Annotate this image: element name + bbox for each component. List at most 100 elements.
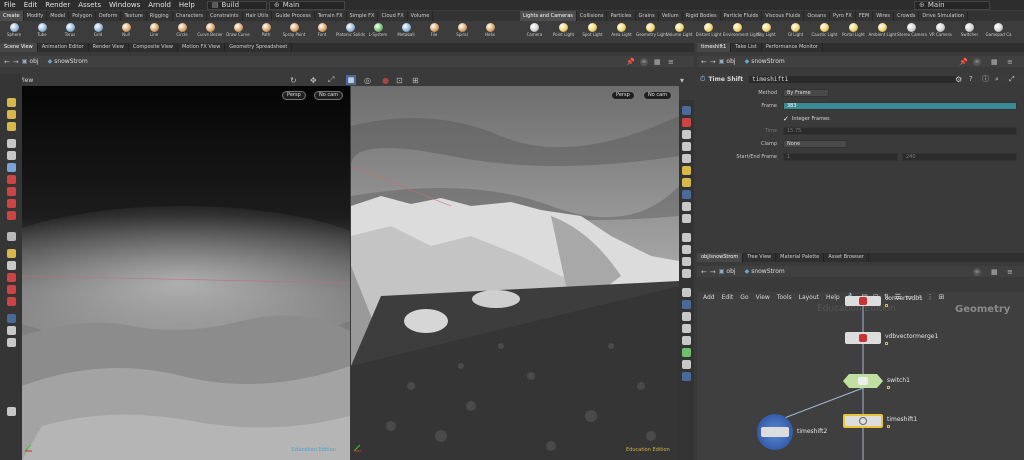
- node-convertvdb1[interactable]: [845, 296, 881, 306]
- pointer-icon[interactable]: [6, 139, 16, 148]
- render-region-icon[interactable]: ⊞: [412, 76, 419, 85]
- frame-field[interactable]: 383: [783, 102, 1017, 110]
- tool-switcher[interactable]: Switcher: [955, 21, 984, 43]
- ghost-icon[interactable]: [682, 118, 691, 127]
- shelf-tab-hair-utils[interactable]: Hair Utils: [243, 11, 273, 21]
- net-forward-icon[interactable]: →: [710, 268, 716, 276]
- pane-tab-render-view[interactable]: Render View: [89, 43, 129, 52]
- tool-sky-light[interactable]: Sky Light: [752, 21, 781, 43]
- tumble-icon[interactable]: ↻: [290, 76, 297, 85]
- shelf-tab-polygon[interactable]: Polygon: [69, 11, 96, 21]
- lock-icon[interactable]: [6, 163, 16, 172]
- tool-platonic-solids[interactable]: Platonic Solids: [336, 21, 365, 43]
- render-flipbook-icon[interactable]: [682, 348, 691, 357]
- tool-gamepad-ca[interactable]: Gamepad Ca: [984, 21, 1013, 43]
- brush-icon[interactable]: [6, 249, 16, 258]
- shelf-tab-grains[interactable]: Grains: [636, 11, 659, 21]
- snap-grid-icon[interactable]: [6, 297, 16, 306]
- view-icon[interactable]: [6, 261, 16, 270]
- shelf-tab-lights-and-cameras[interactable]: Lights and Cameras: [520, 11, 577, 21]
- menu-help[interactable]: Help: [175, 1, 199, 9]
- end-frame-field[interactable]: 240: [902, 153, 1017, 161]
- handle-icon[interactable]: [6, 211, 16, 220]
- tool-environment-light[interactable]: Environment Light: [723, 21, 760, 43]
- rotate-icon[interactable]: [6, 187, 16, 196]
- tool-camera[interactable]: Camera: [520, 21, 549, 43]
- time-field[interactable]: 15.75: [783, 127, 1017, 135]
- shelf-tab-viscous-fluids[interactable]: Viscous Fluids: [762, 11, 805, 21]
- param-back-icon[interactable]: ←: [701, 58, 707, 66]
- menu-render[interactable]: Render: [41, 1, 74, 9]
- right-desktop-select[interactable]: ⊕ Main: [914, 0, 990, 10]
- menu-edit[interactable]: Edit: [20, 1, 42, 9]
- shelf-tab-rigid-bodies[interactable]: Rigid Bodies: [683, 11, 721, 21]
- select-geo-icon[interactable]: [6, 110, 16, 119]
- net-menu-icon[interactable]: ≡: [1007, 268, 1013, 276]
- param-expand-icon[interactable]: ⤢: [1009, 75, 1015, 84]
- pane-grid-icon[interactable]: ▦: [654, 58, 661, 66]
- param-pin-icon[interactable]: 📌: [959, 58, 968, 66]
- menu-windows[interactable]: Windows: [105, 1, 144, 9]
- tool-stereo-camera[interactable]: Stereo Camera: [897, 21, 927, 43]
- pane-tab-tree-view[interactable]: Tree View: [743, 253, 777, 262]
- scale-icon[interactable]: [6, 199, 16, 208]
- path-obj[interactable]: ▣ obj: [22, 58, 39, 65]
- shading-icon[interactable]: [682, 130, 691, 139]
- tool-null[interactable]: Null: [112, 21, 140, 43]
- persp-menu-right[interactable]: Persp: [611, 91, 635, 100]
- net-link-icon[interactable]: ∞: [973, 267, 981, 276]
- orient-icon[interactable]: [6, 326, 16, 335]
- transform-space-icon[interactable]: [6, 314, 16, 323]
- shelf-tab-particles[interactable]: Particles: [607, 11, 636, 21]
- pane-tab-performance-monitor[interactable]: Performance Monitor: [762, 43, 823, 52]
- wireframe-icon[interactable]: [682, 142, 691, 151]
- node-switch1[interactable]: [843, 374, 883, 388]
- shelf-tab-create[interactable]: Create: [0, 11, 24, 21]
- stats-icon[interactable]: [682, 288, 691, 297]
- pane-tab-scene-view[interactable]: Scene View: [0, 43, 38, 52]
- tool-line[interactable]: Line: [140, 21, 168, 43]
- shelf-tab-fem[interactable]: FEM: [856, 11, 874, 21]
- back-arrow-icon[interactable]: ←: [4, 58, 10, 66]
- snapshot-icon[interactable]: ⊡: [396, 76, 403, 85]
- param-path-obj[interactable]: ▣ obj: [719, 58, 736, 65]
- net-back-icon[interactable]: ←: [701, 268, 707, 276]
- shelf-tab-vellum[interactable]: Vellum: [659, 11, 683, 21]
- select-points-icon[interactable]: [6, 122, 16, 131]
- viewport-left[interactable]: Persp No cam Education Edition: [22, 86, 350, 460]
- hud-icon[interactable]: [682, 257, 691, 266]
- param-path-node[interactable]: ◆ snowStrom: [745, 58, 785, 65]
- tool-l-system[interactable]: L-System: [364, 21, 392, 43]
- normals-icon[interactable]: [682, 214, 691, 223]
- pane-tab-material-palette[interactable]: Material Palette: [776, 253, 825, 262]
- link-icon[interactable]: ∞: [640, 57, 648, 66]
- viewport-layout-icon[interactable]: [682, 372, 691, 381]
- scene-icon[interactable]: [6, 338, 16, 347]
- shelf-tab-pyro-fx[interactable]: Pyro FX: [830, 11, 856, 21]
- tool-vr-camera[interactable]: VR Camera: [926, 21, 955, 43]
- menu-arnold[interactable]: Arnold: [144, 1, 175, 9]
- record-icon[interactable]: ●: [382, 76, 389, 85]
- shelf-tab-oceans[interactable]: Oceans: [804, 11, 830, 21]
- shelf-tab-terrain-fx[interactable]: Terrain FX: [315, 11, 347, 21]
- tool-grid[interactable]: Grid: [84, 21, 112, 43]
- pane-tab-motion-fx-view[interactable]: Motion FX View: [178, 43, 226, 52]
- tool-caustic-light[interactable]: Caustic Light: [810, 21, 839, 43]
- node-timeshift2[interactable]: [757, 414, 793, 450]
- path-node[interactable]: ◆ snowStrom: [48, 58, 88, 65]
- clamp-dropdown[interactable]: None: [783, 140, 847, 148]
- shelf-tab-rigging[interactable]: Rigging: [147, 11, 173, 21]
- camera-lock-icon[interactable]: ◎: [364, 76, 371, 85]
- tool-circle[interactable]: Circle: [168, 21, 196, 43]
- select-display-icon[interactable]: [682, 312, 691, 321]
- menu-assets[interactable]: Assets: [74, 1, 105, 9]
- desktop-select[interactable]: ▤ Build: [206, 0, 267, 10]
- main-desktop-select[interactable]: ⊕ Main: [268, 0, 345, 10]
- tool-spiral[interactable]: Spiral: [448, 21, 476, 43]
- shelf-tab-constraints[interactable]: Constraints: [207, 11, 243, 21]
- camera-display-icon[interactable]: [682, 233, 691, 242]
- pane-tab-timeshift1[interactable]: timeshift1: [697, 43, 732, 52]
- param-forward-icon[interactable]: →: [710, 58, 716, 66]
- shelf-tab-cloud-fx[interactable]: Cloud FX: [378, 11, 408, 21]
- tool-sphere[interactable]: Sphere: [0, 21, 28, 43]
